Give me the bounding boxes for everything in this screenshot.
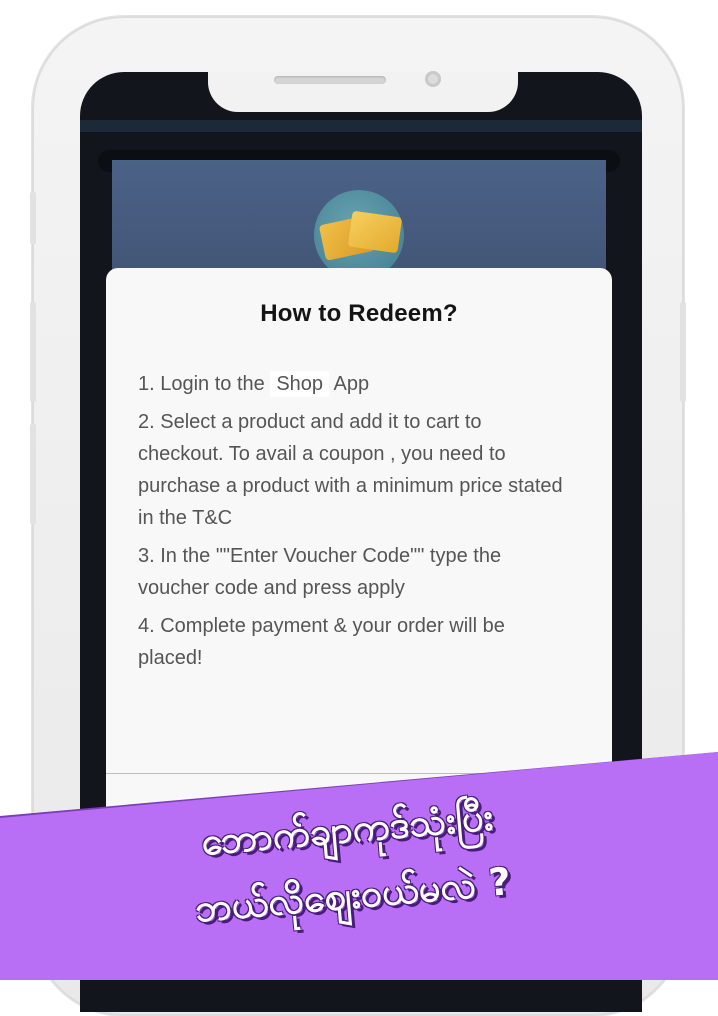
app-name-chip: Shop [270, 371, 330, 397]
redeem-steps-list: 1. Login to the Shop App 2. Select a pro… [138, 368, 568, 680]
step-item: 2. Select a product and add it to cart t… [138, 411, 563, 529]
step-1-prefix: 1. Login to the [138, 373, 265, 395]
step-item: 4. Complete payment & your order will be… [138, 615, 505, 669]
camera-icon [425, 71, 441, 87]
dialog-title: How to Redeem? [260, 300, 458, 327]
ticket-shape [347, 210, 403, 254]
status-bar [80, 120, 642, 132]
phone-side-button [30, 192, 36, 244]
phone-power-button [680, 302, 686, 402]
phone-volume-down-button [30, 424, 36, 524]
step-item: 1. Login to the Shop App [138, 368, 568, 400]
speaker-grille [274, 76, 386, 84]
coupon-ticket-icon [314, 190, 404, 280]
phone-volume-up-button [30, 302, 36, 402]
redeem-instructions-dialog: How to Redeem? 1. Login to the Shop App … [106, 268, 612, 828]
step-item: 3. In the ""Enter Voucher Code"" type th… [138, 545, 502, 599]
step-1-suffix: App [333, 373, 370, 395]
